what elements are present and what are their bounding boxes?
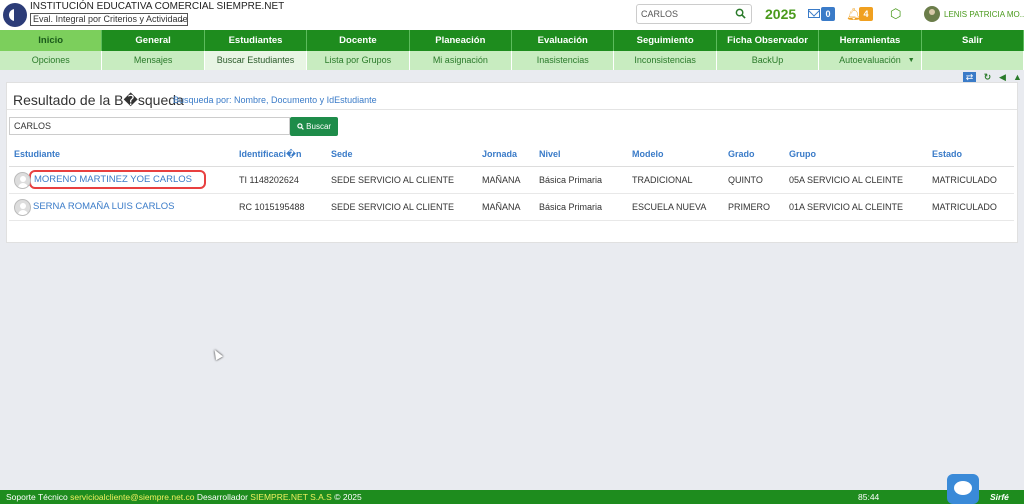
- buscar-button[interactable]: Buscar: [290, 117, 338, 136]
- header-search-input[interactable]: CARLOS: [636, 4, 752, 24]
- col-grupo[interactable]: Grupo: [784, 143, 927, 167]
- brand-logo: Sirfé: [990, 492, 1009, 502]
- cell-grado: QUINTO: [723, 166, 784, 194]
- cell-estado: MATRICULADO: [927, 193, 1014, 221]
- cell-nivel: Básica Primaria: [534, 193, 627, 221]
- support-email-link[interactable]: servicioalcliente@siempre.net.co: [70, 492, 194, 502]
- subnav-item-mi-asignacion[interactable]: Mi asignación: [410, 51, 513, 70]
- col-sede[interactable]: Sede: [326, 143, 477, 167]
- student-link[interactable]: SERNA ROMAÑA LUIS CARLOS: [33, 201, 174, 212]
- mouse-cursor: [211, 347, 223, 361]
- cell-jornada: MAÑANA: [477, 193, 534, 221]
- messages-count-badge[interactable]: 0: [821, 7, 835, 21]
- caret-down-icon[interactable]: ▼: [908, 51, 915, 70]
- institution-logo: [3, 3, 27, 27]
- cell-modelo: TRADICIONAL: [627, 166, 723, 194]
- subnav-item-buscar-estudiantes[interactable]: Buscar Estudiantes: [204, 51, 308, 70]
- subnav-item-lista-por-grupos[interactable]: Lista por Grupos: [307, 51, 410, 70]
- main-nav: Inicio General Estudiantes Docente Plane…: [0, 30, 1024, 51]
- table-header-row: Estudiante Identificaci�n Sede Jornada N…: [9, 143, 1014, 167]
- subnav-item-autoevaluacion[interactable]: Autoevaluación ▼: [819, 51, 922, 70]
- chevron-down-icon: ⌄: [178, 15, 185, 24]
- student-search-input[interactable]: CARLOS: [9, 117, 290, 135]
- sub-nav: Opciones Mensajes Buscar Estudiantes Lis…: [0, 51, 1024, 70]
- user-name[interactable]: LENIS PATRICIA MO...: [944, 10, 1024, 19]
- nav-item-planeacion[interactable]: Planeación: [410, 30, 513, 51]
- student-avatar-icon: [14, 198, 31, 216]
- student-avatar-icon: [14, 171, 31, 189]
- support-label: Soporte Técnico: [6, 492, 68, 502]
- cell-identificacion: RC 1015195488: [234, 193, 326, 221]
- user-avatar[interactable]: [924, 6, 940, 22]
- subnav-item-autoevaluacion-label: Autoevaluación: [839, 55, 901, 65]
- notifications-count-badge[interactable]: 4: [859, 7, 873, 21]
- search-hint: Busqueda por: Nombre, Documento y IdEstu…: [173, 95, 377, 105]
- col-jornada[interactable]: Jornada: [477, 143, 534, 167]
- cell-identificacion: TI 1148202624: [234, 166, 326, 194]
- student-cell: MORENO MARTINEZ YOE CARLOS: [9, 166, 234, 194]
- school-year: 2025: [765, 6, 797, 22]
- mail-icon[interactable]: [808, 9, 820, 18]
- col-estudiante[interactable]: Estudiante: [9, 143, 234, 167]
- cell-modelo: ESCUELA NUEVA: [627, 193, 723, 221]
- col-nivel[interactable]: Nivel: [534, 143, 627, 167]
- nav-item-estudiantes[interactable]: Estudiantes: [205, 30, 308, 51]
- buscar-button-label: Buscar: [306, 122, 332, 131]
- subnav-item-empty: [922, 51, 1024, 70]
- header-search-value: CARLOS: [641, 9, 679, 19]
- col-identificacion[interactable]: Identificaci�n: [234, 143, 326, 167]
- nav-item-ficha-observador[interactable]: Ficha Observador: [717, 30, 820, 51]
- arrow-up-icon[interactable]: ▲: [1011, 72, 1024, 82]
- chat-icon[interactable]: [947, 474, 979, 504]
- cell-jornada: MAÑANA: [477, 166, 534, 194]
- developer-link[interactable]: SIEMPRE.NET S.A.S: [250, 492, 332, 502]
- nav-item-herramientas[interactable]: Herramientas: [819, 30, 922, 51]
- institution-name: INSTITUCIÓN EDUCATIVA COMERCIAL SIEMPRE.…: [30, 1, 285, 12]
- evaluation-select-value: Eval. Integral por Criterios y Actividad…: [33, 14, 188, 24]
- nav-item-general[interactable]: General: [102, 30, 205, 51]
- developer-label: Desarrollador: [196, 492, 248, 502]
- subnav-item-opciones[interactable]: Opciones: [0, 51, 103, 70]
- cell-nivel: Básica Primaria: [534, 166, 627, 194]
- cell-estado: MATRICULADO: [927, 166, 1014, 194]
- session-timer: 85:44: [858, 492, 880, 502]
- results-table: Estudiante Identificaci�n Sede Jornada N…: [9, 143, 1014, 221]
- subnav-item-backup[interactable]: BackUp: [717, 51, 820, 70]
- nav-item-inicio[interactable]: Inicio: [0, 30, 103, 51]
- cell-grupo: 01A SERVICIO AL CLEINTE: [784, 193, 927, 221]
- results-card: Resultado de la B�squeda Busqueda por: N…: [6, 82, 1018, 243]
- nav-item-docente[interactable]: Docente: [307, 30, 410, 51]
- swap-icon[interactable]: ⇄: [963, 72, 976, 82]
- search-icon: [297, 123, 304, 130]
- nav-item-evaluacion[interactable]: Evaluación: [512, 30, 615, 51]
- footer-info: Soporte Técnico servicioalcliente@siempr…: [6, 490, 362, 504]
- search-icon[interactable]: [735, 8, 746, 19]
- cube-icon[interactable]: ⬡: [890, 6, 901, 22]
- top-header: INSTITUCIÓN EDUCATIVA COMERCIAL SIEMPRE.…: [0, 0, 1024, 30]
- student-cell: SERNA ROMAÑA LUIS CARLOS: [9, 193, 234, 221]
- evaluation-select[interactable]: Eval. Integral por Criterios y Actividad…: [30, 13, 188, 26]
- nav-item-seguimiento[interactable]: Seguimiento: [614, 30, 717, 51]
- cell-grupo: 05A SERVICIO AL CLEINTE: [784, 166, 927, 194]
- subnav-item-mensajes[interactable]: Mensajes: [102, 51, 205, 70]
- subnav-item-inasistencias[interactable]: Inasistencias: [512, 51, 615, 70]
- cell-sede: SEDE SERVICIO AL CLIENTE: [326, 166, 477, 194]
- col-grado[interactable]: Grado: [723, 143, 784, 167]
- subnav-item-inconsistencias[interactable]: Inconsistencias: [614, 51, 717, 70]
- back-icon[interactable]: ◀: [996, 72, 1009, 82]
- refresh-icon[interactable]: ↻: [981, 72, 994, 82]
- page-title: Resultado de la B�squeda: [13, 92, 184, 108]
- student-link[interactable]: MORENO MARTINEZ YOE CARLOS: [28, 170, 207, 189]
- divider: [7, 109, 1017, 110]
- nav-item-salir[interactable]: Salir: [922, 30, 1024, 51]
- table-row: SERNA ROMAÑA LUIS CARLOS RC 1015195488 S…: [9, 193, 1014, 221]
- col-estado[interactable]: Estado: [927, 143, 1014, 167]
- table-row: MORENO MARTINEZ YOE CARLOS TI 1148202624…: [9, 166, 1014, 194]
- cell-sede: SEDE SERVICIO AL CLIENTE: [326, 193, 477, 221]
- copyright: © 2025: [334, 492, 362, 502]
- cell-grado: PRIMERO: [723, 193, 784, 221]
- col-modelo[interactable]: Modelo: [627, 143, 723, 167]
- footer: Soporte Técnico servicioalcliente@siempr…: [0, 474, 1024, 504]
